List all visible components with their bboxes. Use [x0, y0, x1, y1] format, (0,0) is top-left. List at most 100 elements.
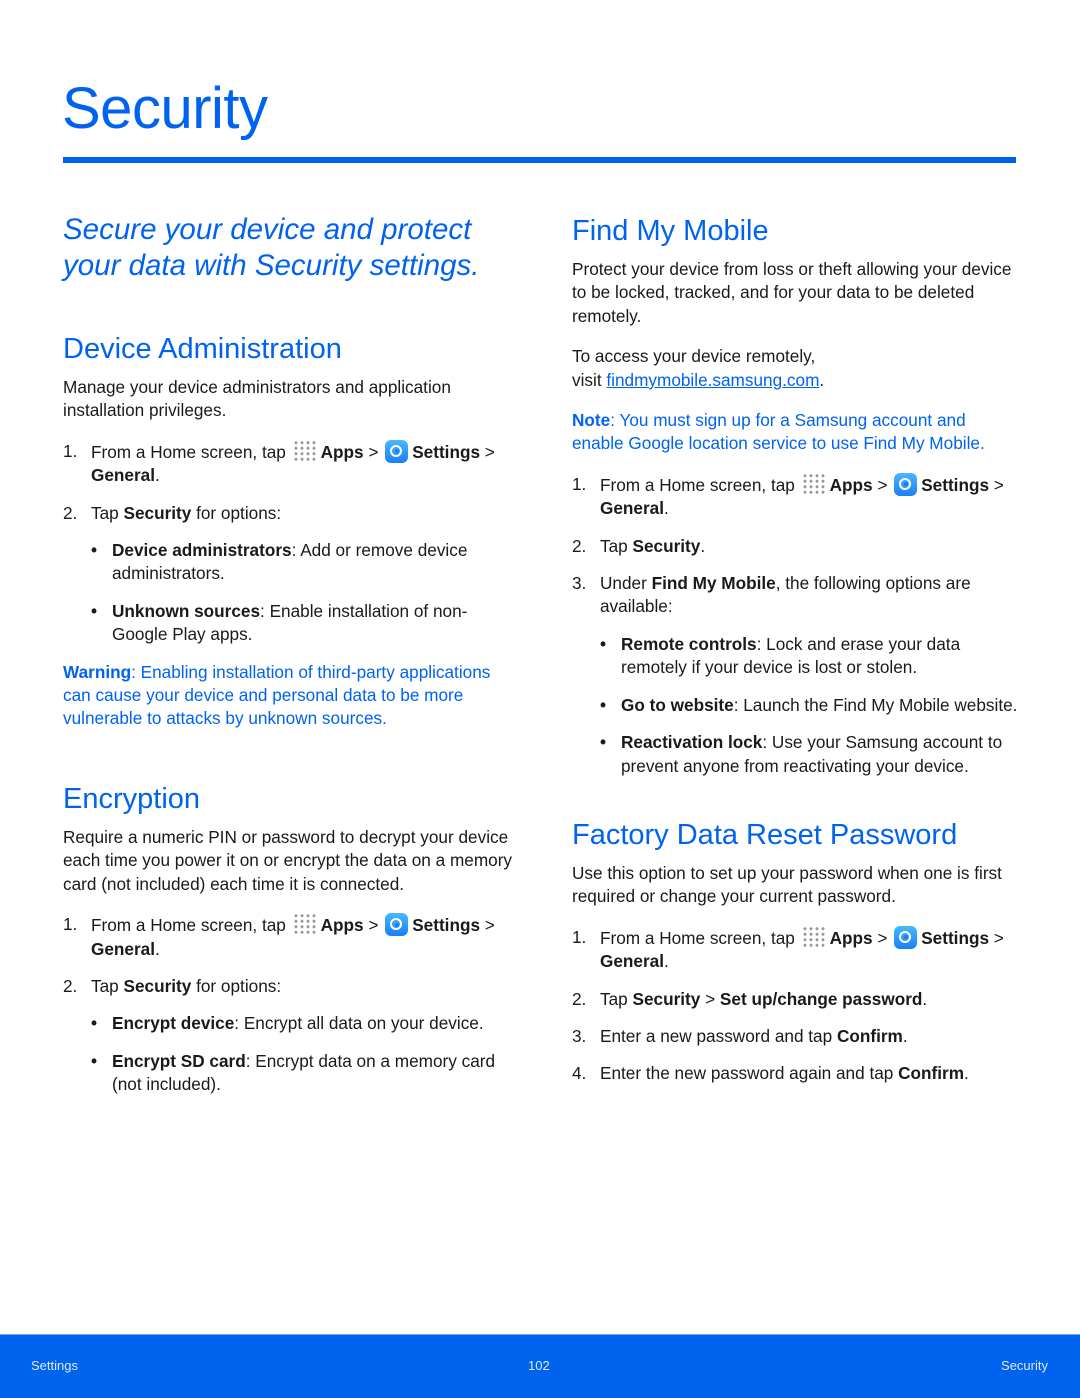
step-item: 3. Enter a new password and tap Confirm. — [572, 1025, 1022, 1048]
device-admin-options: • Device administrators: Add or remove de… — [85, 539, 518, 647]
step-item: 1. From a Home screen, tap Apps > Setting… — [572, 925, 1022, 974]
bullet-icon: • — [600, 633, 607, 654]
title-rule — [63, 157, 1016, 163]
option-term: Encrypt SD card — [112, 1050, 246, 1071]
step-emphasis: Apps — [829, 927, 873, 948]
step-emphasis: General — [600, 951, 665, 972]
heading-device-administration: Device Administration — [63, 333, 342, 365]
encryption-description: Require a numeric PIN or password to dec… — [63, 826, 513, 894]
step-emphasis: Settings — [921, 927, 990, 948]
apps-icon — [801, 925, 826, 948]
intro-text: Secure your device and protect your data… — [63, 213, 480, 282]
step-text: Tap — [91, 975, 124, 996]
option-term: Go to website — [621, 694, 734, 715]
option-item: • Remote controls: Lock and erase your da… — [594, 633, 1022, 680]
device-admin-description: Manage your device administrators and ap… — [63, 377, 451, 421]
step-number: 1. — [572, 926, 587, 947]
bullet-icon: • — [600, 694, 607, 715]
page-footer: Settings 102 Security — [0, 1334, 1080, 1398]
footer-chapter-name: Security — [1001, 1358, 1048, 1373]
step-emphasis: Apps — [320, 915, 364, 936]
footer-page-number: 102 — [528, 1358, 550, 1373]
step-text: > — [989, 474, 1004, 495]
factory-reset-description: Use this option to set up your password … — [572, 862, 1002, 907]
step-text: Under — [600, 573, 652, 594]
settings-icon — [894, 925, 918, 949]
option-item: • Device administrators: Add or remove de… — [85, 539, 518, 586]
device-admin-steps: 1. From a Home screen, tap Apps > Setting… — [63, 439, 518, 525]
step-text: Tap — [600, 988, 633, 1009]
step-emphasis: General — [91, 465, 156, 486]
option-item: • Encrypt SD card: Encrypt data on a memo… — [85, 1050, 518, 1097]
step-item: 2. Tap Security for options: — [63, 975, 518, 998]
footer-section-name: Settings — [31, 1358, 78, 1373]
step-item: 2. Tap Security for options: — [63, 502, 518, 525]
link-suffix: . — [819, 369, 825, 390]
section-factory-data-reset-password: Factory Data Reset Password Use this opt… — [572, 816, 1022, 1086]
find-my-mobile-note: Note: You must sign up for a Samsung acc… — [572, 409, 1022, 456]
step-emphasis: Settings — [412, 915, 481, 936]
left-column: Secure your device and protect your data… — [63, 212, 518, 1111]
step-text: Tap — [600, 535, 633, 556]
option-item: • Reactivation lock: Use your Samsung acc… — [594, 731, 1022, 778]
step-text: Enter the new password again and tap — [600, 1063, 899, 1084]
option-term: Encrypt device — [112, 1013, 235, 1034]
step-number: 1. — [63, 914, 78, 935]
warning-label: Warning — [63, 661, 132, 682]
heading-encryption: Encryption — [63, 782, 201, 815]
findmymobile-link[interactable]: findmymobile.samsung.com — [606, 370, 819, 390]
option-term: Reactivation lock — [621, 732, 763, 753]
step-text: . — [155, 938, 160, 959]
right-column: Find My Mobile Protect your device from … — [572, 212, 1022, 1100]
step-text: . — [902, 1025, 908, 1046]
step-item: 1. From a Home screen, tap Apps > Setting… — [572, 472, 1022, 521]
step-text: . — [964, 1063, 969, 1084]
step-emphasis: Security — [632, 988, 701, 1009]
encryption-steps: 1. From a Home screen, tap Apps > Setting… — [63, 913, 518, 998]
step-text: > — [480, 915, 495, 936]
option-description: : Encrypt all data on your device. — [234, 1013, 484, 1034]
step-number: 1. — [63, 440, 78, 461]
page-title: Security — [62, 76, 268, 141]
find-my-mobile-description: Protect your device from loss or theft a… — [572, 259, 1012, 326]
step-text: > — [480, 441, 495, 462]
section-find-my-mobile: Find My Mobile Protect your device from … — [572, 212, 1022, 778]
step-text: for options: — [191, 975, 282, 996]
step-text: > — [872, 474, 893, 495]
bullet-icon: • — [600, 732, 607, 753]
step-number: 1. — [572, 473, 587, 494]
step-number: 2. — [572, 535, 587, 556]
step-text: From a Home screen, tap — [91, 441, 291, 462]
bullet-icon: • — [91, 600, 98, 621]
option-item: • Go to website: Launch the Find My Mobil… — [594, 694, 1022, 717]
option-item: • Unknown sources: Enable installation of… — [85, 600, 518, 647]
step-emphasis: Apps — [320, 441, 364, 462]
note-label: Note — [572, 410, 611, 431]
apps-icon — [292, 913, 317, 936]
step-text: > — [363, 441, 384, 462]
apps-icon — [801, 472, 826, 495]
step-number: 3. — [572, 1025, 587, 1046]
find-my-mobile-options: • Remote controls: Lock and erase your da… — [594, 633, 1022, 778]
step-text: From a Home screen, tap — [600, 927, 800, 948]
access-text: To access your device remotely, — [572, 346, 816, 367]
settings-icon — [385, 439, 409, 463]
apps-icon — [292, 439, 317, 462]
step-number: 4. — [572, 1063, 587, 1084]
step-emphasis: Settings — [921, 474, 990, 495]
step-emphasis: General — [91, 938, 156, 959]
bullet-icon: • — [91, 1050, 98, 1071]
step-emphasis: Settings — [412, 441, 481, 462]
step-item: 1. From a Home screen, tap Apps > Setting… — [63, 439, 518, 488]
find-my-mobile-steps: 1. From a Home screen, tap Apps > Setting… — [572, 472, 1022, 619]
section-device-administration: Device Administration Manage your device… — [63, 330, 518, 731]
step-text: . — [922, 988, 928, 1009]
encryption-options: • Encrypt device: Encrypt all data on you… — [85, 1012, 518, 1096]
bullet-icon: • — [91, 1013, 98, 1034]
step-text: for options: — [191, 502, 282, 523]
step-item: 4. Enter the new password again and tap C… — [572, 1062, 1022, 1085]
option-term: Device administrators — [112, 540, 292, 561]
step-emphasis: Security — [123, 502, 192, 523]
step-emphasis: Confirm — [898, 1063, 965, 1084]
step-text: > — [700, 988, 720, 1009]
